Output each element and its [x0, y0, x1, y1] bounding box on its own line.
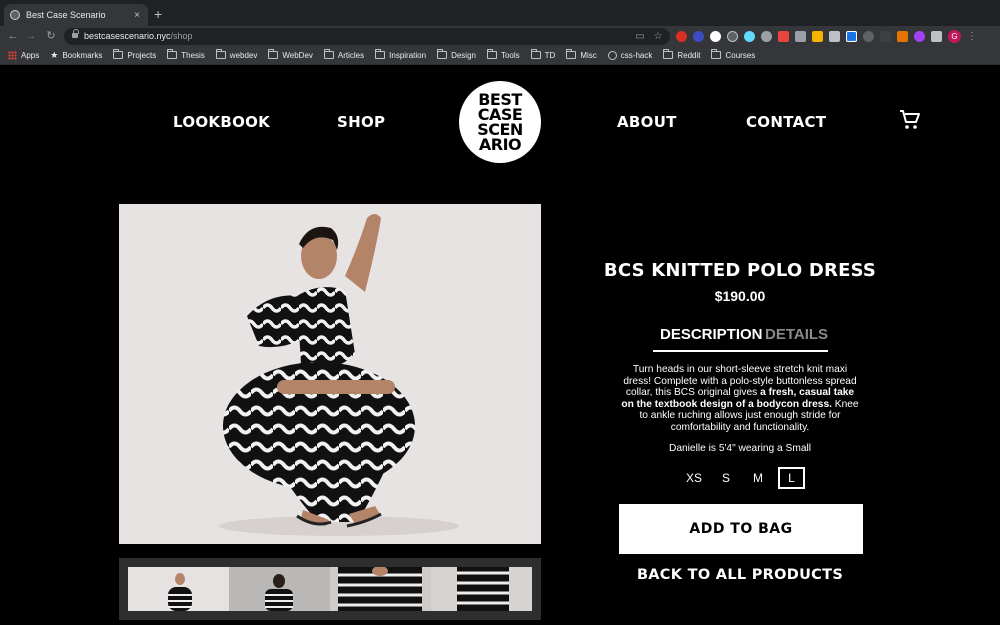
extension-icon[interactable] [880, 30, 891, 42]
thumbnail-list [128, 567, 532, 611]
extension-icon[interactable] [693, 30, 704, 42]
thumbnail-image[interactable] [330, 567, 431, 611]
address-url: bestcasescenario.nyc/shop [84, 31, 193, 41]
bookmark-star-icon[interactable]: ☆ [652, 30, 664, 43]
back-arrow-icon[interactable]: ← [6, 28, 20, 44]
camera-icon[interactable] [795, 30, 806, 42]
product-title: BCS KNITTED POLO DRESS [603, 260, 877, 281]
site-logo[interactable]: BEST CASE SCEN ARIO [459, 81, 541, 163]
extension-icon[interactable] [846, 30, 857, 42]
folder-icon [437, 49, 448, 59]
bookmark-folder[interactable]: Tools [486, 49, 520, 60]
bookmark-css-hack[interactable]: css-hack [607, 50, 652, 60]
reload-icon[interactable]: ↻ [44, 28, 58, 44]
folder-icon [566, 49, 577, 59]
shopping-cart-icon[interactable] [898, 108, 922, 132]
browser-toolbar: ← → ↻ bestcasescenario.nyc/shop ▭ ☆ G ⋮ [0, 26, 1000, 46]
logo-text-line: ARIO [478, 135, 522, 154]
new-tab-button[interactable]: + [154, 6, 162, 22]
cast-icon[interactable]: ▭ [634, 30, 646, 43]
size-option-m[interactable]: M [744, 467, 772, 489]
extension-icon[interactable] [829, 30, 840, 42]
nav-about-link[interactable]: ABOUT [617, 113, 677, 131]
folder-icon [663, 49, 674, 59]
bookmark-folder[interactable]: Articles [323, 49, 364, 60]
product-main-image [119, 204, 541, 544]
extensions-row: G ⋮ [676, 28, 977, 44]
tab-details[interactable]: DETAILS [765, 326, 828, 343]
extension-icon[interactable] [727, 30, 738, 42]
thumbnail-strip [119, 558, 541, 620]
extension-icon[interactable] [914, 30, 925, 42]
extension-icon[interactable] [710, 30, 721, 42]
nav-shop-link[interactable]: SHOP [337, 113, 385, 131]
react-devtools-icon[interactable] [744, 30, 755, 42]
tab-description[interactable]: DESCRIPTION [660, 326, 763, 343]
folder-icon [113, 49, 124, 59]
product-description: Turn heads in our short-sleeve stretch k… [621, 364, 859, 433]
bookmark-folder[interactable]: Inspiration [375, 49, 426, 60]
folder-icon [711, 49, 722, 59]
lock-icon [72, 29, 79, 40]
model-size-note: Danielle is 5'4" wearing a Small [668, 443, 812, 454]
product-price: $190.00 [714, 288, 766, 304]
apps-grid-icon [8, 50, 17, 60]
extension-icon[interactable] [676, 30, 687, 42]
extension-icon[interactable] [812, 30, 823, 42]
shop-page: LOOKBOOK SHOP BEST CASE SCEN ARIO ABOUT … [0, 66, 1000, 625]
tab-title: Best Case Scenario [26, 10, 106, 20]
folder-icon [530, 49, 541, 59]
nav-lookbook-link[interactable]: LOOKBOOK [173, 113, 270, 131]
product-info-tabs: DESCRIPTION DETAILS [653, 324, 828, 352]
size-option-xs[interactable]: XS [680, 467, 708, 489]
folder-icon [215, 49, 226, 59]
folder-icon [375, 49, 386, 59]
thumbnail-image[interactable] [128, 567, 229, 611]
tab-close-icon[interactable]: × [132, 10, 142, 21]
thumbnail-image[interactable] [229, 567, 330, 611]
add-to-bag-button[interactable]: ADD TO BAG [619, 504, 863, 554]
folder-icon [268, 49, 279, 59]
bookmark-folder[interactable]: Reddit [663, 49, 700, 60]
size-option-s[interactable]: S [714, 467, 738, 489]
browser-tab-bar: Best Case Scenario × + [0, 0, 1000, 26]
menu-dots-icon[interactable]: ⋮ [967, 31, 977, 42]
back-to-products-link[interactable]: BACK TO ALL PRODUCTS [600, 567, 880, 583]
bookmark-folder[interactable]: webdev [215, 49, 257, 60]
bookmark-apps[interactable]: Apps [8, 50, 39, 60]
bookmark-folder[interactable]: Misc [566, 49, 597, 60]
nav-contact-link[interactable]: CONTACT [746, 113, 826, 131]
site-favicon-icon [10, 10, 20, 20]
bookmark-folder[interactable]: WebDev [268, 49, 313, 60]
extension-icon[interactable] [897, 30, 908, 42]
size-option-l[interactable]: L [778, 467, 805, 489]
profile-avatar[interactable]: G [948, 29, 961, 43]
extension-icon[interactable] [761, 30, 772, 42]
globe-icon [607, 50, 617, 60]
bookmark-folder[interactable]: Courses [711, 49, 755, 60]
address-bar[interactable]: bestcasescenario.nyc/shop ▭ ☆ [64, 28, 670, 45]
extension-icon[interactable] [863, 30, 874, 42]
folder-icon [486, 49, 497, 59]
bookmarks-bar: Apps ★ Bookmarks Projects Thesis webdev W… [0, 46, 1000, 65]
folder-icon [167, 49, 178, 59]
browser-tab[interactable]: Best Case Scenario × [4, 4, 148, 26]
bookmark-folder[interactable]: Projects [113, 49, 156, 60]
bookmark-folder[interactable]: TD [530, 49, 555, 60]
size-selector: XS S M L [680, 467, 811, 491]
bookmark-folder[interactable]: Design [437, 49, 476, 60]
puzzle-icon[interactable] [931, 30, 942, 42]
thumbnail-image[interactable] [431, 567, 532, 611]
star-icon: ★ [50, 49, 59, 60]
folder-icon [323, 49, 334, 59]
bookmark-folder[interactable]: Thesis [167, 49, 205, 60]
forward-arrow-icon[interactable]: → [24, 28, 38, 44]
bookmark-bookmarks[interactable]: ★ Bookmarks [50, 50, 102, 61]
extension-icon[interactable] [778, 30, 789, 42]
